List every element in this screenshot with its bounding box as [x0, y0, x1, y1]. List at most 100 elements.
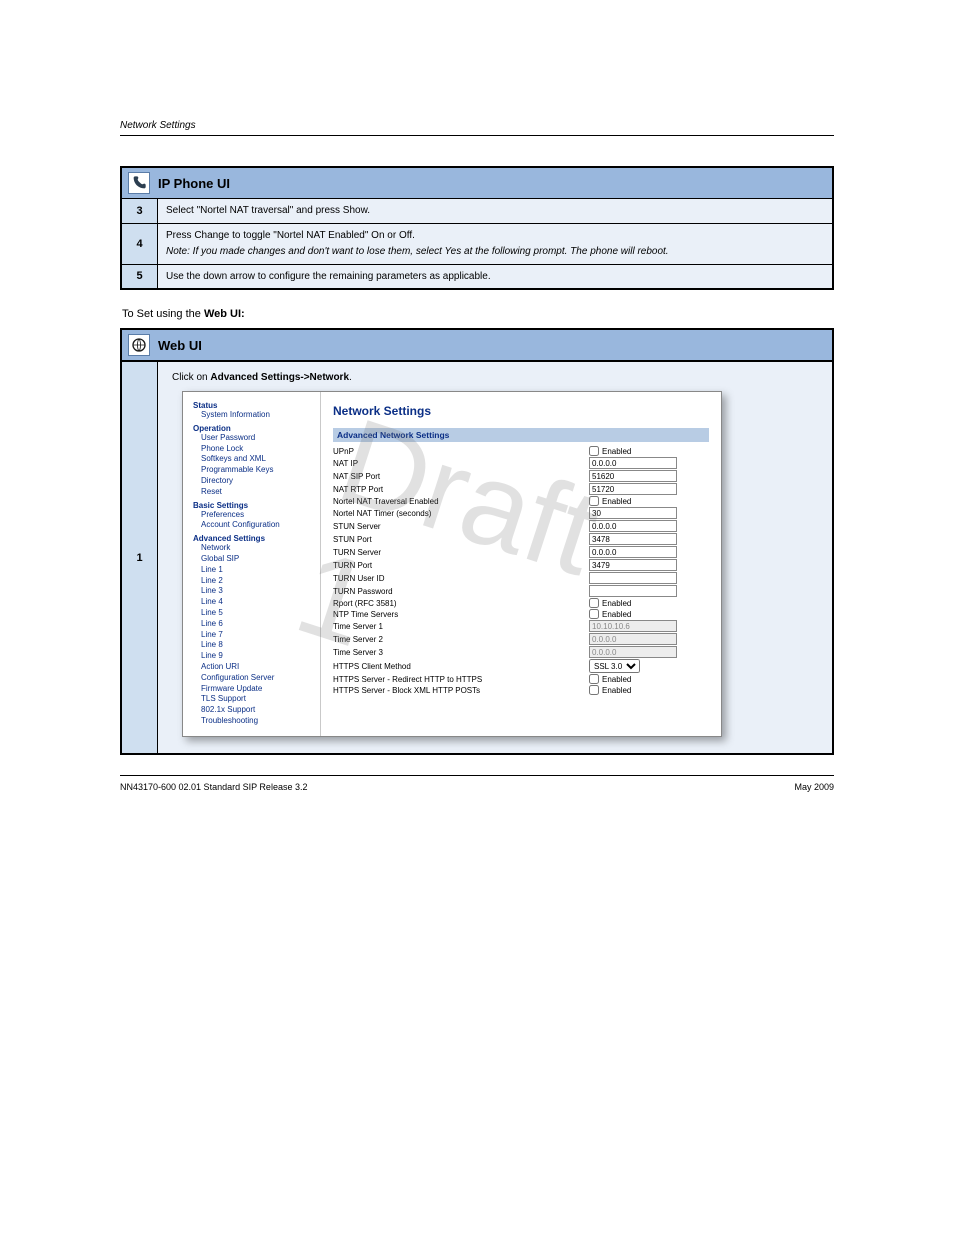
settings-checkbox[interactable] — [589, 496, 599, 506]
sidebar-item[interactable]: Line 6 — [201, 619, 314, 630]
settings-checkbox-label: Enabled — [602, 599, 631, 608]
sidebar-item[interactable]: User Password — [201, 433, 314, 444]
sidebar-item[interactable]: 802.1x Support — [201, 705, 314, 716]
settings-input[interactable] — [589, 507, 677, 519]
network-settings-screenshot: Draft 1 StatusSystem InformationOperatio… — [182, 391, 722, 737]
sidebar-item[interactable]: Softkeys and XML — [201, 454, 314, 465]
settings-input[interactable] — [589, 533, 677, 545]
sidebar-item[interactable]: Line 8 — [201, 640, 314, 651]
sidebar-item[interactable]: Programmable Keys — [201, 465, 314, 476]
web-step-link: Advanced Settings->Network — [210, 372, 349, 383]
settings-checkbox-wrap[interactable]: Enabled — [589, 685, 631, 695]
sidebar-item[interactable]: Line 1 — [201, 565, 314, 576]
settings-label: NTP Time Servers — [333, 610, 589, 619]
sidebar-item[interactable]: System Information — [201, 410, 314, 421]
phone-ui-panel-header: IP Phone UI — [122, 168, 832, 199]
web-ui-section-label: To Set using the Web UI: — [122, 308, 834, 320]
phone-step-row: 5Use the down arrow to configure the rem… — [122, 264, 832, 289]
sidebar-item[interactable]: Global SIP — [201, 554, 314, 565]
settings-checkbox-wrap[interactable]: Enabled — [589, 496, 631, 506]
phone-step-number: 5 — [122, 265, 158, 289]
settings-label: Time Server 1 — [333, 622, 589, 631]
sidebar-item[interactable]: Preferences — [201, 510, 314, 521]
footer-rule — [120, 775, 834, 776]
settings-checkbox[interactable] — [589, 685, 599, 695]
phone-step-note: Note: If you made changes and don't want… — [166, 245, 824, 259]
settings-checkbox[interactable] — [589, 446, 599, 456]
settings-row: TURN Password — [333, 585, 709, 597]
settings-main: Network Settings Advanced Network Settin… — [321, 392, 721, 736]
settings-input[interactable] — [589, 585, 677, 597]
web-step-body: Click on Advanced Settings->Network. Dra… — [158, 362, 832, 753]
sidebar-item[interactable]: Line 5 — [201, 608, 314, 619]
sidebar-item[interactable]: Action URI — [201, 662, 314, 673]
settings-row: STUN Server — [333, 520, 709, 532]
settings-row: TURN Port — [333, 559, 709, 571]
sidebar-item[interactable]: Line 3 — [201, 586, 314, 597]
page-header: Network Settings — [120, 120, 834, 135]
settings-input[interactable] — [589, 457, 677, 469]
settings-input[interactable] — [589, 483, 677, 495]
settings-checkbox-wrap[interactable]: Enabled — [589, 446, 631, 456]
settings-row: Rport (RFC 3581)Enabled — [333, 598, 709, 608]
settings-input[interactable] — [589, 546, 677, 558]
settings-input[interactable] — [589, 572, 677, 584]
settings-input[interactable] — [589, 470, 677, 482]
sidebar-item[interactable]: Network — [201, 543, 314, 554]
sidebar-item[interactable]: Configuration Server — [201, 673, 314, 684]
settings-label: Nortel NAT Traversal Enabled — [333, 497, 589, 506]
sidebar-item[interactable]: TLS Support — [201, 694, 314, 705]
settings-input[interactable] — [589, 520, 677, 532]
settings-input[interactable] — [589, 559, 677, 571]
globe-icon — [128, 334, 150, 356]
settings-label: Nortel NAT Timer (seconds) — [333, 509, 589, 518]
sidebar-item[interactable]: Troubleshooting — [201, 716, 314, 727]
section-label-prefix: To Set using the — [122, 308, 204, 320]
sidebar-item[interactable]: Reset — [201, 487, 314, 498]
sidebar-item[interactable]: Line 2 — [201, 576, 314, 587]
sidebar-item[interactable]: Line 4 — [201, 597, 314, 608]
footer-left: NN43170-600 02.01 Standard SIP Release 3… — [120, 782, 307, 792]
settings-checkbox[interactable] — [589, 674, 599, 684]
settings-checkbox-wrap[interactable]: Enabled — [589, 609, 631, 619]
phone-step-body: Use the down arrow to configure the rema… — [158, 265, 832, 289]
web-step-text-prefix: Click on — [172, 372, 210, 383]
settings-row: TURN User ID — [333, 572, 709, 584]
sidebar-item[interactable]: Phone Lock — [201, 444, 314, 455]
settings-row: HTTPS Server - Redirect HTTP to HTTPSEna… — [333, 674, 709, 684]
settings-section-title: Advanced Network Settings — [333, 428, 709, 442]
web-ui-panel: Web UI 1 Click on Advanced Settings->Net… — [120, 328, 834, 755]
settings-row: HTTPS Server - Block XML HTTP POSTsEnabl… — [333, 685, 709, 695]
settings-label: NAT IP — [333, 459, 589, 468]
settings-checkbox[interactable] — [589, 609, 599, 619]
settings-row: NAT SIP Port — [333, 470, 709, 482]
settings-row: Nortel NAT Traversal EnabledEnabled — [333, 496, 709, 506]
settings-checkbox[interactable] — [589, 598, 599, 608]
sidebar-item[interactable]: Account Configuration — [201, 520, 314, 531]
sidebar-item[interactable]: Line 7 — [201, 630, 314, 641]
settings-label: Time Server 2 — [333, 635, 589, 644]
sidebar-item[interactable]: Firmware Update — [201, 684, 314, 695]
web-step-text-suffix: . — [349, 372, 352, 383]
settings-input — [589, 646, 677, 658]
settings-checkbox-wrap[interactable]: Enabled — [589, 598, 631, 608]
phone-step-row: 4Press Change to toggle "Nortel NAT Enab… — [122, 223, 832, 264]
settings-label: UPnP — [333, 447, 589, 456]
sidebar-item[interactable]: Line 9 — [201, 651, 314, 662]
settings-label: NAT SIP Port — [333, 472, 589, 481]
settings-input — [589, 620, 677, 632]
web-ui-panel-header: Web UI — [122, 330, 832, 361]
settings-row: Time Server 2 — [333, 633, 709, 645]
settings-row: TURN Server — [333, 546, 709, 558]
settings-label: NAT RTP Port — [333, 485, 589, 494]
phone-step-row: 3Select "Nortel NAT traversal" and press… — [122, 199, 832, 223]
settings-label: STUN Port — [333, 535, 589, 544]
settings-label: STUN Server — [333, 522, 589, 531]
phone-step-body: Press Change to toggle "Nortel NAT Enabl… — [158, 224, 832, 264]
settings-label: HTTPS Client Method — [333, 662, 589, 671]
settings-select[interactable]: SSL 3.0 — [589, 659, 640, 673]
settings-checkbox-wrap[interactable]: Enabled — [589, 674, 631, 684]
settings-row: Time Server 1 — [333, 620, 709, 632]
sidebar-item[interactable]: Directory — [201, 476, 314, 487]
phone-ui-panel: IP Phone UI 3Select "Nortel NAT traversa… — [120, 166, 834, 290]
